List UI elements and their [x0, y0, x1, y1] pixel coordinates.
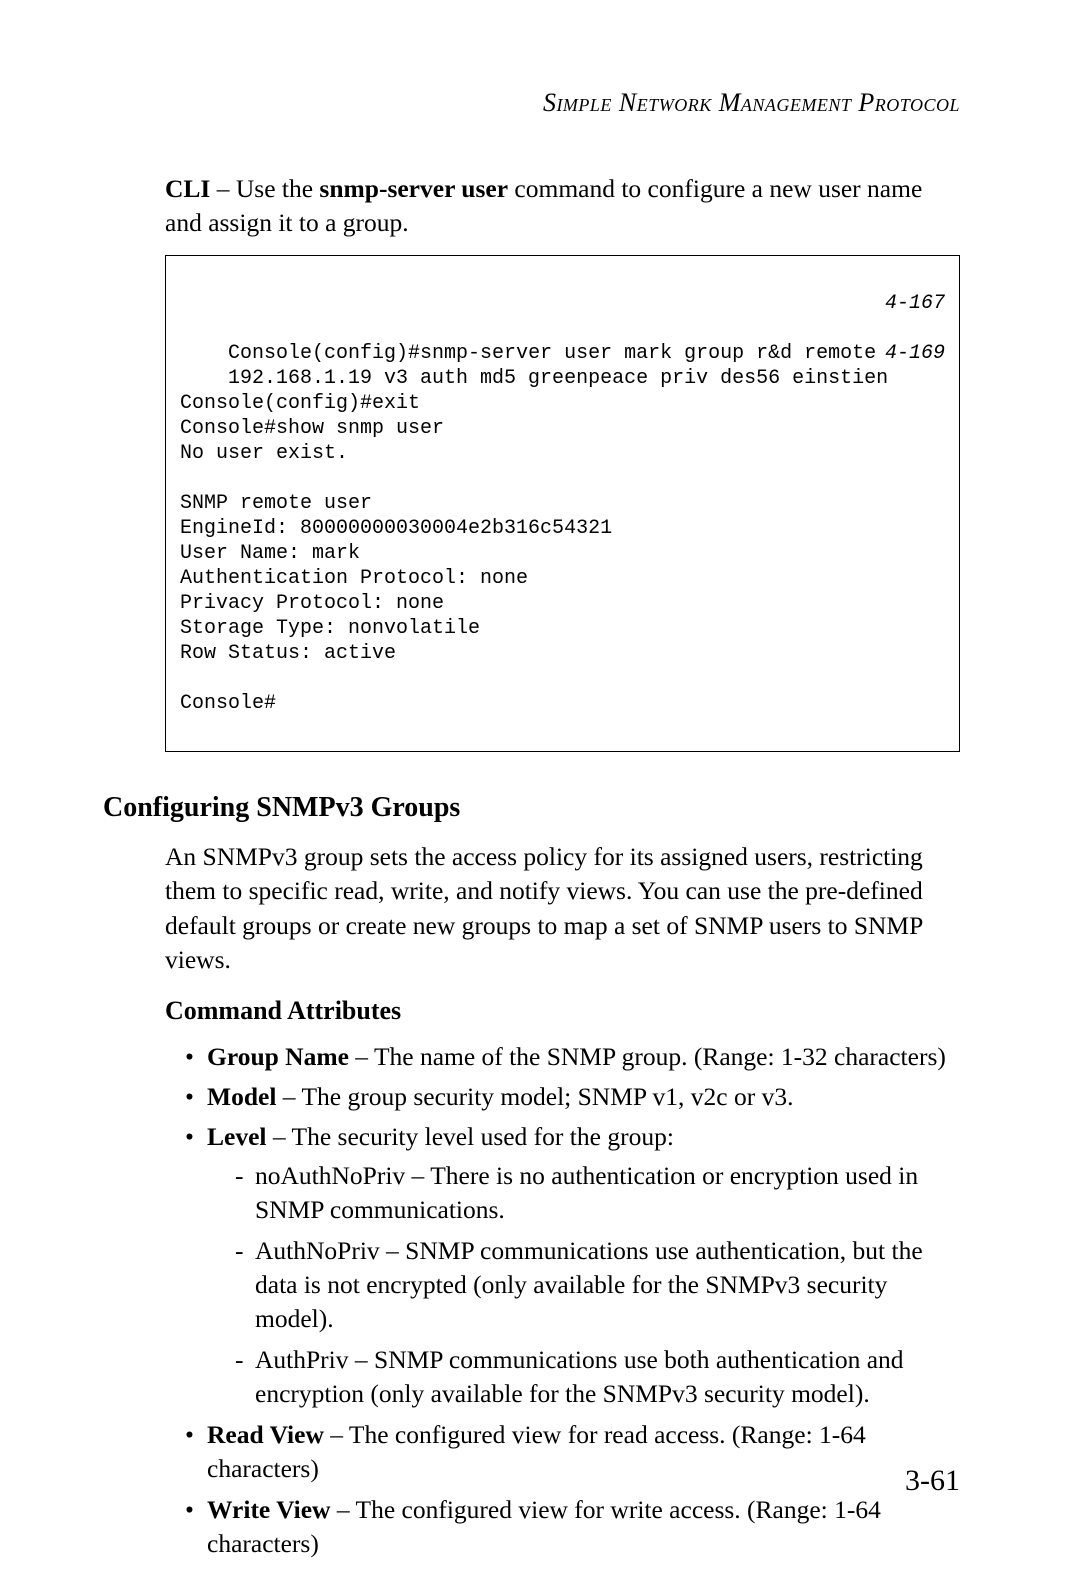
attr-write-view: Write View – The configured view for wri… — [185, 1493, 960, 1562]
cli-label: CLI — [165, 174, 210, 203]
attr-read-view: Read View – The configured view for read… — [185, 1418, 960, 1487]
cli-intro: CLI – Use the snmp-server user command t… — [165, 172, 960, 241]
attr-group-name-text: – The name of the SNMP group. (Range: 1-… — [349, 1042, 946, 1071]
section-heading: Configuring SNMPv3 Groups — [103, 792, 960, 824]
cli-command: snmp-server user — [319, 174, 508, 203]
attr-level-label: Level — [207, 1122, 266, 1151]
page: Simple Network Management Protocol CLI –… — [0, 0, 1080, 1570]
attributes-list: Group Name – The name of the SNMP group.… — [185, 1040, 960, 1562]
attr-write-view-label: Write View — [207, 1495, 330, 1524]
cli-text-1: – Use the — [210, 174, 319, 203]
section-body: An SNMPv3 group sets the access policy f… — [165, 840, 960, 978]
attr-level-text: – The security level used for the group: — [266, 1122, 673, 1151]
attr-group-name-label: Group Name — [207, 1042, 349, 1071]
attr-model-text: – The group security model; SNMP v1, v2c… — [276, 1082, 793, 1111]
page-ref-2: 4-169 — [885, 341, 945, 366]
attr-level: Level – The security level used for the … — [185, 1120, 960, 1411]
running-header: Simple Network Management Protocol — [165, 88, 960, 118]
level-sublist: noAuthNoPriv – There is no authenticatio… — [235, 1159, 960, 1412]
attr-model-label: Model — [207, 1082, 276, 1111]
page-ref-1: 4-167 — [885, 291, 945, 316]
level-authpriv: AuthPriv – SNMP communications use both … — [235, 1343, 960, 1412]
level-noauthnopriv: noAuthNoPriv – There is no authenticatio… — [235, 1159, 960, 1228]
attr-group-name: Group Name – The name of the SNMP group.… — [185, 1040, 960, 1074]
cli-output-box: 4-167 4-169 Console(config)#snmp-server … — [165, 255, 960, 752]
level-authnopriv: AuthNoPriv – SNMP communications use aut… — [235, 1234, 960, 1337]
attr-model: Model – The group security model; SNMP v… — [185, 1080, 960, 1114]
page-number: 3-61 — [905, 1464, 960, 1498]
attr-read-view-label: Read View — [207, 1420, 324, 1449]
command-attributes-heading: Command Attributes — [165, 996, 960, 1026]
cli-output-text: Console(config)#snmp-server user mark gr… — [180, 342, 888, 715]
